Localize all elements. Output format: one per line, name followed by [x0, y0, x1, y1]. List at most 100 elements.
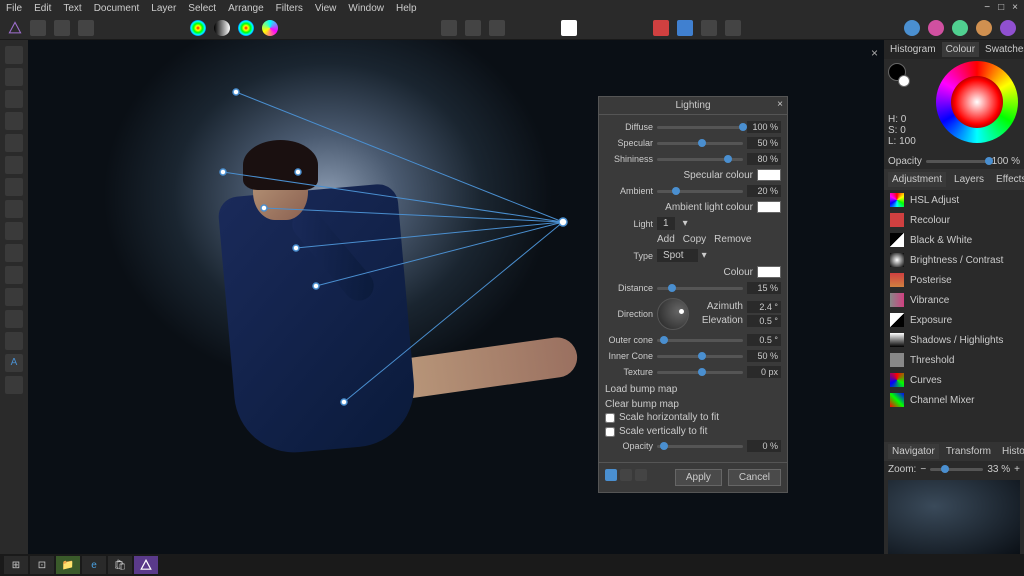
menu-select[interactable]: Select	[188, 3, 216, 14]
adj-bw[interactable]: Black & White	[884, 230, 1024, 250]
type-select[interactable]: Spot	[657, 249, 698, 262]
toolbar-icon[interactable]	[725, 20, 741, 36]
persona-tone-icon[interactable]	[976, 20, 992, 36]
toolbar-icon[interactable]	[561, 20, 577, 36]
distance-slider[interactable]	[657, 287, 743, 290]
toolbar-icon[interactable]	[701, 20, 717, 36]
clone-tool-icon[interactable]	[5, 222, 23, 240]
preview-icon[interactable]	[605, 469, 617, 481]
selection-tool-icon[interactable]	[5, 112, 23, 130]
menu-layer[interactable]: Layer	[151, 3, 176, 14]
menu-edit[interactable]: Edit	[34, 3, 51, 14]
zoom-in-icon[interactable]: +	[1014, 464, 1020, 475]
shininess-value[interactable]: 80 %	[747, 153, 781, 165]
grayscale-icon[interactable]	[214, 20, 230, 36]
start-icon[interactable]: ⊞	[4, 556, 28, 574]
dialog-close-icon[interactable]: ×	[777, 99, 783, 110]
shininess-slider[interactable]	[657, 158, 743, 161]
crop-tool-icon[interactable]	[5, 90, 23, 108]
tab-histogram[interactable]: Histogram	[886, 42, 940, 57]
close-icon[interactable]: ×	[1012, 2, 1018, 13]
pen-tool-icon[interactable]	[5, 310, 23, 328]
explorer-icon[interactable]: 📁	[56, 556, 80, 574]
secondary-colour[interactable]	[898, 75, 910, 87]
color-wheel-icon[interactable]	[238, 20, 254, 36]
adj-vibrance[interactable]: Vibrance	[884, 290, 1024, 310]
edge-icon[interactable]: e	[82, 556, 106, 574]
add-button[interactable]: Add	[657, 234, 675, 245]
inner-cone-value[interactable]: 50 %	[747, 350, 781, 362]
menu-text[interactable]: Text	[63, 3, 81, 14]
opacity-slider[interactable]	[657, 445, 743, 448]
menu-file[interactable]: File	[6, 3, 22, 14]
dodge-tool-icon[interactable]	[5, 244, 23, 262]
menu-window[interactable]: Window	[348, 3, 384, 14]
menu-help[interactable]: Help	[396, 3, 417, 14]
menu-view[interactable]: View	[315, 3, 337, 14]
opacity-value[interactable]: 100 %	[992, 156, 1020, 167]
menu-document[interactable]: Document	[94, 3, 140, 14]
flood-tool-icon[interactable]	[5, 156, 23, 174]
scale-h-checkbox[interactable]: Scale horizontally to fit	[605, 412, 781, 423]
adj-exposure[interactable]: Exposure	[884, 310, 1024, 330]
toolbar-icon[interactable]	[677, 20, 693, 36]
toolbar-icon[interactable]	[30, 20, 46, 36]
diffuse-slider[interactable]	[657, 126, 743, 129]
distance-value[interactable]: 15 %	[747, 282, 781, 294]
tab-history[interactable]: History	[998, 444, 1024, 459]
adj-curves[interactable]: Curves	[884, 370, 1024, 390]
preview-icon[interactable]	[635, 469, 647, 481]
diffuse-value[interactable]: 100 %	[747, 121, 781, 133]
marquee-tool-icon[interactable]	[5, 134, 23, 152]
inner-cone-slider[interactable]	[657, 355, 743, 358]
text-tool-icon[interactable]: A	[5, 354, 23, 372]
close-document-icon[interactable]: ×	[871, 46, 878, 60]
move-tool-icon[interactable]	[5, 46, 23, 64]
tab-layers[interactable]: Layers	[950, 172, 988, 187]
toolbar-icon[interactable]	[54, 20, 70, 36]
opacity-value[interactable]: 0 %	[747, 440, 781, 452]
color-wheel-icon[interactable]	[190, 20, 206, 36]
zoom-out-icon[interactable]: −	[920, 464, 926, 475]
texture-slider[interactable]	[657, 371, 743, 374]
brush-tool-icon[interactable]	[5, 178, 23, 196]
apply-button[interactable]: Apply	[675, 469, 722, 486]
preview-icon[interactable]	[620, 469, 632, 481]
adj-shadows[interactable]: Shadows / Highlights	[884, 330, 1024, 350]
toolbar-icon[interactable]	[441, 20, 457, 36]
store-icon[interactable]: 🛍	[108, 556, 132, 574]
ambient-colour-swatch[interactable]	[757, 201, 781, 213]
colour-swatch[interactable]	[757, 266, 781, 278]
adj-channel-mixer[interactable]: Channel Mixer	[884, 390, 1024, 410]
tab-swatches[interactable]: Swatches	[981, 42, 1024, 57]
adj-posterise[interactable]: Posterise	[884, 270, 1024, 290]
search-icon[interactable]: ⊡	[30, 556, 54, 574]
zoom-slider[interactable]	[930, 468, 983, 471]
heal-tool-icon[interactable]	[5, 288, 23, 306]
ambient-value[interactable]: 20 %	[747, 185, 781, 197]
app-icon[interactable]	[134, 556, 158, 574]
remove-button[interactable]: Remove	[714, 234, 751, 245]
specular-colour-swatch[interactable]	[757, 169, 781, 181]
adj-recolour[interactable]: Recolour	[884, 210, 1024, 230]
specular-value[interactable]: 50 %	[747, 137, 781, 149]
toolbar-icon[interactable]	[653, 20, 669, 36]
adj-hsl[interactable]: HSL Adjust	[884, 190, 1024, 210]
opacity-slider[interactable]	[926, 160, 988, 163]
tab-navigator[interactable]: Navigator	[888, 444, 939, 459]
clear-bump-button[interactable]: Clear bump map	[605, 399, 679, 410]
menu-arrange[interactable]: Arrange	[228, 3, 264, 14]
ambient-slider[interactable]	[657, 190, 743, 193]
color-picker-tool-icon[interactable]	[5, 68, 23, 86]
elevation-value[interactable]: 0.5 °	[747, 315, 781, 327]
texture-value[interactable]: 0 px	[747, 366, 781, 378]
canvas[interactable]: × Lighting × Diffuse100 % Specular50 % S…	[28, 40, 884, 557]
cancel-button[interactable]: Cancel	[728, 469, 781, 486]
smudge-tool-icon[interactable]	[5, 266, 23, 284]
persona-photo-icon[interactable]	[904, 20, 920, 36]
tab-transform[interactable]: Transform	[942, 444, 995, 459]
toolbar-icon[interactable]	[465, 20, 481, 36]
maximize-icon[interactable]: □	[998, 2, 1004, 13]
outer-cone-slider[interactable]	[657, 339, 743, 342]
load-bump-button[interactable]: Load bump map	[605, 384, 677, 395]
